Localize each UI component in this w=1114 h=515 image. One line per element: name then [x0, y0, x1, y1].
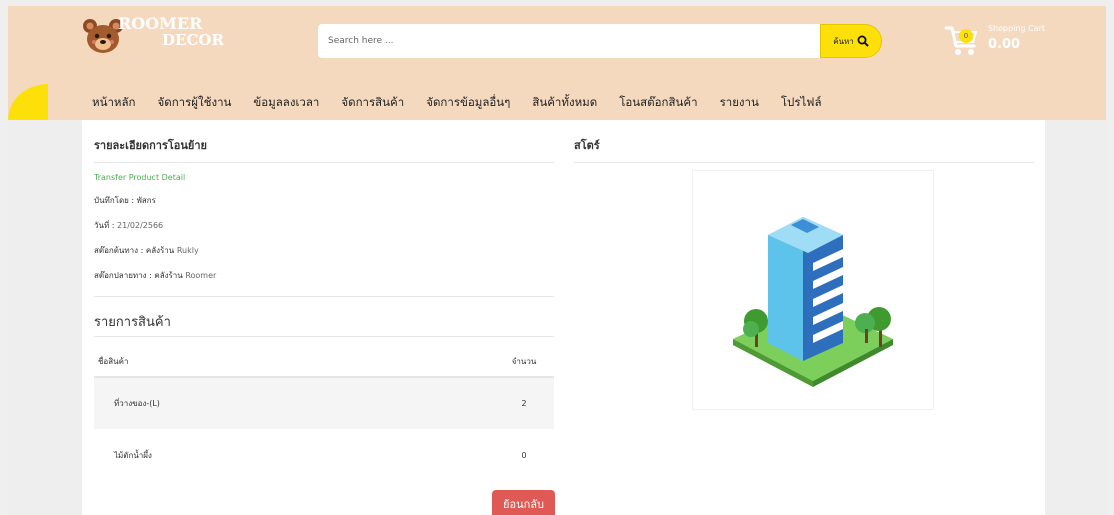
- nav-item-users[interactable]: จัดการผู้ใช้งาน: [158, 94, 232, 112]
- main-nav: หน้าหลัก จัดการผู้ใช้งาน ข้อมูลลงเวลา จั…: [92, 94, 844, 112]
- column-header-qty: จำนวน: [494, 347, 554, 378]
- table-row: ไม้ตักน้ำผึ้ง 0: [94, 429, 554, 481]
- date-line: วันที่ : 21/02/2566: [94, 219, 554, 232]
- source-stock-line: สต๊อกต้นทาง : คลังร้าน Rukly: [94, 244, 554, 257]
- search-icon: [857, 35, 869, 47]
- main-content: รายละเอียดการโอนย้าย Transfer Product De…: [82, 120, 1045, 515]
- destination-stock-label: สต๊อกปลายทาง : คลังร้าน: [94, 271, 183, 280]
- nav-item-home[interactable]: หน้าหลัก: [92, 94, 136, 112]
- table-row: ที่วางของ-(L) 2: [94, 377, 554, 429]
- product-table: ชื่อสินค้า จำนวน ที่วางของ-(L) 2 ไม้ตักน…: [94, 347, 554, 481]
- nav-item-all-products[interactable]: สินค้าทั้งหมด: [532, 94, 597, 112]
- search-button-label: ค้นหา: [833, 36, 854, 46]
- recorded-by-line: บันทึกโดย : พัสกร: [94, 194, 554, 207]
- product-name-cell: ไม้ตักน้ำผึ้ง: [114, 450, 152, 460]
- recorded-by-value: พัสกร: [136, 196, 156, 205]
- search-input[interactable]: [318, 24, 820, 58]
- product-qty-cell: 2: [494, 377, 554, 429]
- store-panel: สโตร์: [574, 136, 1034, 410]
- back-button[interactable]: ย้อนกลับ: [492, 490, 555, 515]
- cart-total: 0.00: [988, 37, 1021, 52]
- table-header-row: ชื่อสินค้า จำนวน: [94, 347, 554, 378]
- cart-label: Shopping Cart: [988, 24, 1046, 33]
- brand-logo[interactable]: ROOMER DECOR: [82, 14, 232, 58]
- shopping-cart[interactable]: 0 Shopping Cart 0.00: [944, 22, 1064, 62]
- product-list-heading: รายการสินค้า: [94, 311, 554, 337]
- search-bar: ค้นหา: [318, 24, 882, 58]
- store-building-icon: [733, 217, 893, 387]
- nav-item-reports[interactable]: รายงาน: [720, 94, 759, 112]
- product-qty-cell: 0: [521, 450, 527, 460]
- source-stock-value: Rukly: [176, 246, 199, 255]
- search-button[interactable]: ค้นหา: [820, 24, 882, 58]
- date-label: วันที่ :: [94, 221, 115, 230]
- destination-stock-line: สต๊อกปลายทาง : คลังร้าน Roomer: [94, 269, 554, 282]
- nav-item-manage-other[interactable]: จัดการข้อมูลอื่นๆ: [426, 94, 510, 112]
- nav-item-profile[interactable]: โปรไฟล์: [781, 94, 822, 112]
- cart-count-badge: 0: [959, 29, 973, 43]
- transfer-detail-panel: รายละเอียดการโอนย้าย Transfer Product De…: [94, 136, 554, 481]
- store-heading: สโตร์: [574, 136, 1034, 163]
- nav-item-time-records[interactable]: ข้อมูลลงเวลา: [253, 94, 319, 112]
- column-header-name: ชื่อสินค้า: [94, 347, 494, 378]
- brand-name: ROOMER DECOR: [118, 16, 224, 49]
- section-divider: [94, 296, 554, 297]
- nav-item-manage-products[interactable]: จัดการสินค้า: [341, 94, 404, 112]
- nav-item-stock-transfer[interactable]: โอนสต๊อกสินค้า: [619, 94, 697, 112]
- transfer-detail-heading: รายละเอียดการโอนย้าย: [94, 136, 554, 163]
- destination-stock-value: Roomer: [185, 271, 217, 280]
- product-name-cell: ที่วางของ-(L): [94, 377, 494, 429]
- transfer-detail-subtitle: Transfer Product Detail: [94, 173, 186, 182]
- recorded-by-label: บันทึกโดย :: [94, 196, 135, 205]
- brand-line-2: DECOR: [162, 31, 224, 49]
- date-value: 21/02/2566: [117, 221, 164, 230]
- source-stock-label: สต๊อกต้นทาง : คลังร้าน: [94, 246, 175, 255]
- store-image: [692, 170, 934, 410]
